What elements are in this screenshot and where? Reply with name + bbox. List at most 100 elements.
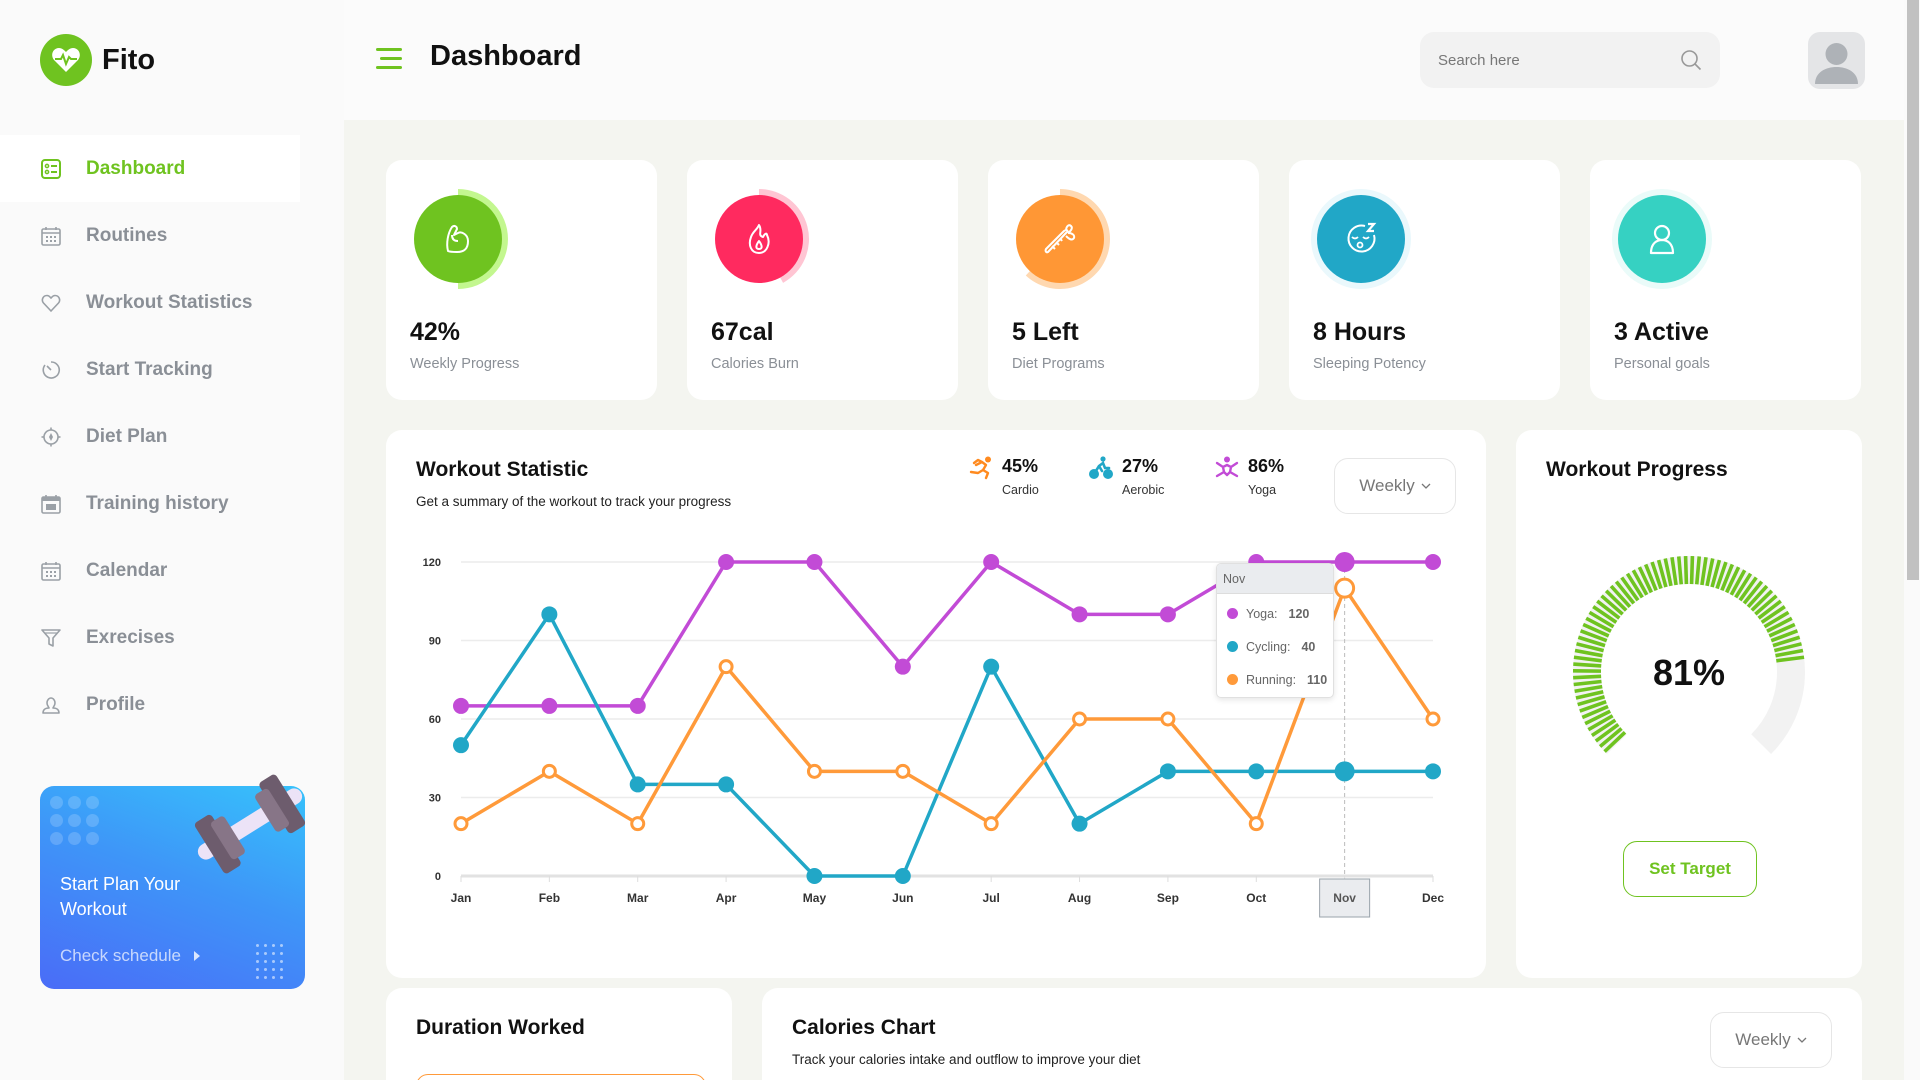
stat-label: Weekly Progress bbox=[410, 356, 520, 372]
yoga-point bbox=[983, 554, 1000, 570]
tooltip-label: Running: bbox=[1246, 672, 1297, 687]
sidebar-item-label: Calendar bbox=[86, 559, 168, 581]
x-tick-label: Sep bbox=[1157, 891, 1179, 905]
duration-worked-title: Duration Worked bbox=[416, 1016, 585, 1039]
tooltip-title: Nov bbox=[1217, 564, 1333, 594]
logo[interactable]: Fito bbox=[40, 34, 155, 86]
x-tick-label: Mar bbox=[627, 891, 649, 905]
stat-card[interactable]: 8 Hours Sleeping Potency bbox=[1289, 160, 1560, 400]
search-input[interactable] bbox=[1438, 51, 1680, 69]
workout-line-chart[interactable]: 0 30 60 90 120 Jan Feb Mar Apr May Jun Jul Aug Sep Oct… bbox=[386, 430, 1486, 978]
tooltip-row-yoga: Yoga: 120 bbox=[1217, 597, 1333, 630]
x-tick-label: Jun bbox=[892, 891, 913, 905]
chevron-down-icon bbox=[1797, 1037, 1807, 1043]
avatar[interactable] bbox=[1808, 32, 1865, 89]
yoga-point bbox=[1071, 606, 1088, 623]
running-point bbox=[1425, 711, 1441, 727]
sidebar-nav: Dashboard Routines Workout Statistics St… bbox=[0, 135, 344, 738]
target-icon bbox=[40, 426, 62, 448]
user-progress-ring bbox=[1612, 189, 1712, 289]
cycling-point bbox=[894, 868, 911, 884]
running-point bbox=[983, 816, 999, 832]
running-point bbox=[1160, 711, 1176, 727]
x-tick-label: Dec bbox=[1422, 891, 1444, 905]
sidebar-item-label: Routines bbox=[86, 224, 168, 246]
x-tick-label: Aug bbox=[1068, 891, 1091, 905]
y-tick-label: 120 bbox=[423, 557, 441, 569]
y-tick-label: 30 bbox=[429, 793, 441, 805]
hamburger-icon bbox=[376, 48, 402, 51]
yoga-point bbox=[718, 554, 735, 570]
tooltip-label: Cycling: bbox=[1246, 639, 1291, 654]
x-tick-label: Apr bbox=[716, 891, 737, 905]
sidebar-item-label: Profile bbox=[86, 693, 146, 715]
stat-value: 3 Active bbox=[1614, 318, 1709, 346]
cycling-point bbox=[1071, 815, 1088, 832]
calories-chart-card: Calories Chart Track your calories intak… bbox=[762, 988, 1862, 1080]
y-tick-label: 90 bbox=[429, 636, 441, 648]
stat-card[interactable]: 3 Active Personal goals bbox=[1590, 160, 1861, 400]
calories-period-dropdown[interactable]: Weekly bbox=[1710, 1012, 1832, 1068]
sidebar-item-calendar[interactable]: Calendar bbox=[0, 537, 344, 604]
filter-icon bbox=[40, 627, 62, 649]
search-box bbox=[1420, 32, 1720, 88]
set-target-button[interactable]: Set Target bbox=[1623, 841, 1757, 897]
user-avatar-icon bbox=[1815, 43, 1858, 84]
page-scrollbar[interactable] bbox=[1904, 0, 1920, 1080]
x-tick-label: Nov bbox=[1333, 891, 1356, 905]
calories-chart-subtitle: Track your calories intake and outflow t… bbox=[792, 1052, 1141, 1067]
sidebar-item-exercises[interactable]: Exrecises bbox=[0, 604, 344, 671]
promo-card: Start Plan Your Workout Check schedule bbox=[40, 774, 306, 989]
decorative-dot-grid bbox=[256, 944, 283, 979]
yoga-point bbox=[1334, 552, 1355, 572]
stat-card[interactable]: 67cal Calories Burn bbox=[687, 160, 958, 400]
y-tick-label: 0 bbox=[435, 871, 441, 883]
cycling-point bbox=[1334, 761, 1355, 782]
yoga-point bbox=[541, 697, 558, 714]
search-icon[interactable] bbox=[1680, 49, 1702, 71]
scrollbar-thumb[interactable] bbox=[1907, 0, 1919, 580]
stat-label: Calories Burn bbox=[711, 356, 799, 372]
running-point bbox=[895, 763, 911, 779]
cycling-point bbox=[453, 737, 469, 754]
stat-card[interactable]: 42% Weekly Progress bbox=[386, 160, 657, 400]
sidebar-item-label: Dashboard bbox=[86, 157, 186, 179]
stat-card[interactable]: 5 Left Diet Programs bbox=[988, 160, 1259, 400]
menu-toggle-button[interactable] bbox=[376, 48, 402, 70]
gauge-tick bbox=[1689, 555, 1695, 585]
running-point bbox=[718, 659, 734, 675]
dumbbell-icon bbox=[194, 774, 306, 874]
sidebar-item-start-tracking[interactable]: Start Tracking bbox=[0, 336, 344, 403]
flame-progress-ring bbox=[715, 189, 809, 283]
sidebar-item-workout-statistics[interactable]: Workout Statistics bbox=[0, 269, 344, 336]
sidebar-item-dashboard[interactable]: Dashboard bbox=[0, 135, 300, 202]
stat-label: Personal goals bbox=[1614, 356, 1710, 372]
gauge-tick bbox=[1683, 555, 1689, 585]
cycling-point bbox=[1159, 763, 1176, 780]
workout-statistic-card: Workout Statistic Get a summary of the w… bbox=[386, 430, 1486, 978]
sidebar-item-profile[interactable]: Profile bbox=[0, 671, 344, 738]
muscle-progress-ring bbox=[414, 189, 508, 289]
gauge-tick bbox=[1694, 556, 1702, 585]
decorative-dots bbox=[50, 796, 99, 845]
sidebar: Fito Dashboard Routines Workout Statisti… bbox=[0, 0, 344, 1080]
cycling-dot-icon bbox=[1227, 641, 1238, 652]
running-point bbox=[1334, 577, 1356, 599]
sidebar-item-routines[interactable]: Routines bbox=[0, 202, 344, 269]
tooltip-label: Yoga: bbox=[1246, 606, 1278, 621]
workout-progress-card: Workout Progress 81% Set Target bbox=[1516, 430, 1862, 978]
caret-right-icon bbox=[193, 951, 200, 961]
check-schedule-link[interactable]: Check schedule bbox=[60, 946, 201, 966]
yoga-point bbox=[1159, 606, 1176, 623]
app-name: Fito bbox=[102, 43, 156, 76]
sidebar-item-diet-plan[interactable]: Diet Plan bbox=[0, 403, 344, 470]
yoga-point bbox=[453, 697, 469, 714]
running-point bbox=[1248, 816, 1264, 832]
gauge-tick bbox=[1676, 556, 1684, 585]
calories-period-value: Weekly bbox=[1735, 1030, 1791, 1049]
running-point bbox=[541, 763, 557, 779]
sidebar-item-training-history[interactable]: Training history bbox=[0, 470, 344, 537]
check-schedule-label: Check schedule bbox=[60, 946, 181, 965]
sidebar-item-label: Exrecises bbox=[86, 626, 175, 648]
stat-label: Diet Programs bbox=[1012, 356, 1105, 372]
